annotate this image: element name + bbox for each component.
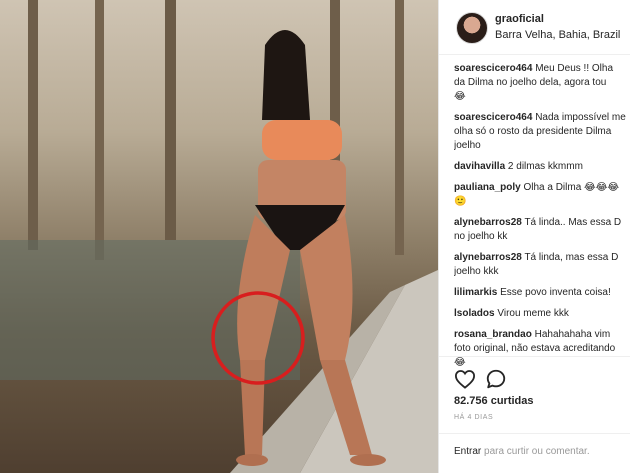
- comment: lilimarkis Esse povo inventa coisa!: [454, 286, 630, 300]
- comment-text: Nada impossível me: [535, 112, 626, 123]
- comment: davihavilla 2 dilmas kkmmm: [454, 160, 630, 174]
- comment: soarescicero464 Meu Deus !! Olha da Dilm…: [454, 62, 630, 104]
- comment-text: joelho kkk: [454, 266, 499, 277]
- palm-trunk: [395, 0, 404, 255]
- comment-username[interactable]: soarescicero464: [454, 112, 532, 123]
- post-age: HÁ 4 DIAS: [454, 414, 494, 421]
- heart-icon[interactable]: [454, 369, 476, 389]
- comment-list: soarescicero464 Meu Deus !! Olha da Dilm…: [454, 62, 630, 377]
- comment: pauliana_poly Olha a Dilma 😂😂😂 🙂: [454, 181, 630, 209]
- comment-text: Olha a Dilma 😂😂😂: [523, 182, 620, 193]
- comment-bubble-icon[interactable]: [485, 368, 507, 390]
- post-photo-art: [0, 0, 438, 473]
- comment-text: Tá linda, mas essa D: [524, 252, 619, 263]
- palm-trunk: [95, 0, 104, 260]
- comment-text: no joelho kk: [454, 231, 508, 242]
- comment-username[interactable]: davihavilla: [454, 161, 505, 172]
- comment-text: olha só o rosto da presidente Dilma: [454, 126, 612, 137]
- comment: lsolados Virou meme kkk: [454, 307, 630, 321]
- figure-foot: [350, 454, 386, 466]
- comment-text: Tá linda.. Mas essa D: [524, 217, 622, 228]
- login-prompt-text: para curtir ou comentar.: [481, 446, 590, 457]
- figure-foot: [236, 454, 268, 466]
- comment-username[interactable]: alynebarros28: [454, 217, 522, 228]
- comment-username[interactable]: pauliana_poly: [454, 182, 521, 193]
- comment-username[interactable]: lilimarkis: [454, 287, 497, 298]
- palm-trunk: [165, 0, 176, 240]
- post-location[interactable]: Barra Velha, Bahia, Brazil: [495, 29, 620, 41]
- comment-text: 2 dilmas kkmmm: [507, 161, 583, 172]
- post-sidebar: graoficial Barra Velha, Bahia, Brazil so…: [439, 0, 630, 473]
- comment-username[interactable]: rosana_brandao: [454, 329, 532, 340]
- comment-username[interactable]: lsolados: [454, 308, 495, 319]
- comment-text: Hahahahaha vim: [534, 329, 611, 340]
- avatar[interactable]: [456, 12, 488, 44]
- figure-calf-right: [240, 360, 265, 455]
- comment: soarescicero464 Nada impossível me olha …: [454, 111, 630, 153]
- login-link[interactable]: Entrar: [454, 446, 481, 457]
- comment-username[interactable]: alynebarros28: [454, 252, 522, 263]
- comment: alynebarros28 Tá linda, mas essa D joelh…: [454, 251, 630, 279]
- comment-text: 😂: [454, 91, 466, 102]
- comment-text: 🙂: [454, 196, 467, 207]
- comment: alynebarros28 Tá linda.. Mas essa D no j…: [454, 216, 630, 244]
- post-photo: [0, 0, 438, 473]
- like-count[interactable]: 82.756 curtidas: [454, 395, 534, 407]
- figure-top: [262, 120, 342, 160]
- post-header: graoficial Barra Velha, Bahia, Brazil: [439, 0, 630, 55]
- login-prompt: Entrar para curtir ou comentar.: [454, 446, 590, 457]
- comment-text: Virou meme kkk: [497, 308, 569, 319]
- comment-text: Esse povo inventa coisa!: [500, 287, 611, 298]
- comment-text: Meu Deus !! Olha: [535, 63, 613, 74]
- post-actions: 82.756 curtidas HÁ 4 DIAS Entrar para cu…: [439, 356, 630, 467]
- comment-username[interactable]: soarescicero464: [454, 63, 532, 74]
- comment-text: da Dilma no joelho dela, agora tou: [454, 77, 607, 88]
- palm-trunk: [28, 0, 38, 250]
- comment-text: joelho: [454, 140, 481, 151]
- figure-hair: [262, 30, 310, 120]
- comment-text: foto original, não estava acreditando: [454, 343, 616, 354]
- post-username[interactable]: graoficial: [495, 13, 544, 25]
- add-comment-bar: Entrar para curtir ou comentar.: [439, 433, 630, 468]
